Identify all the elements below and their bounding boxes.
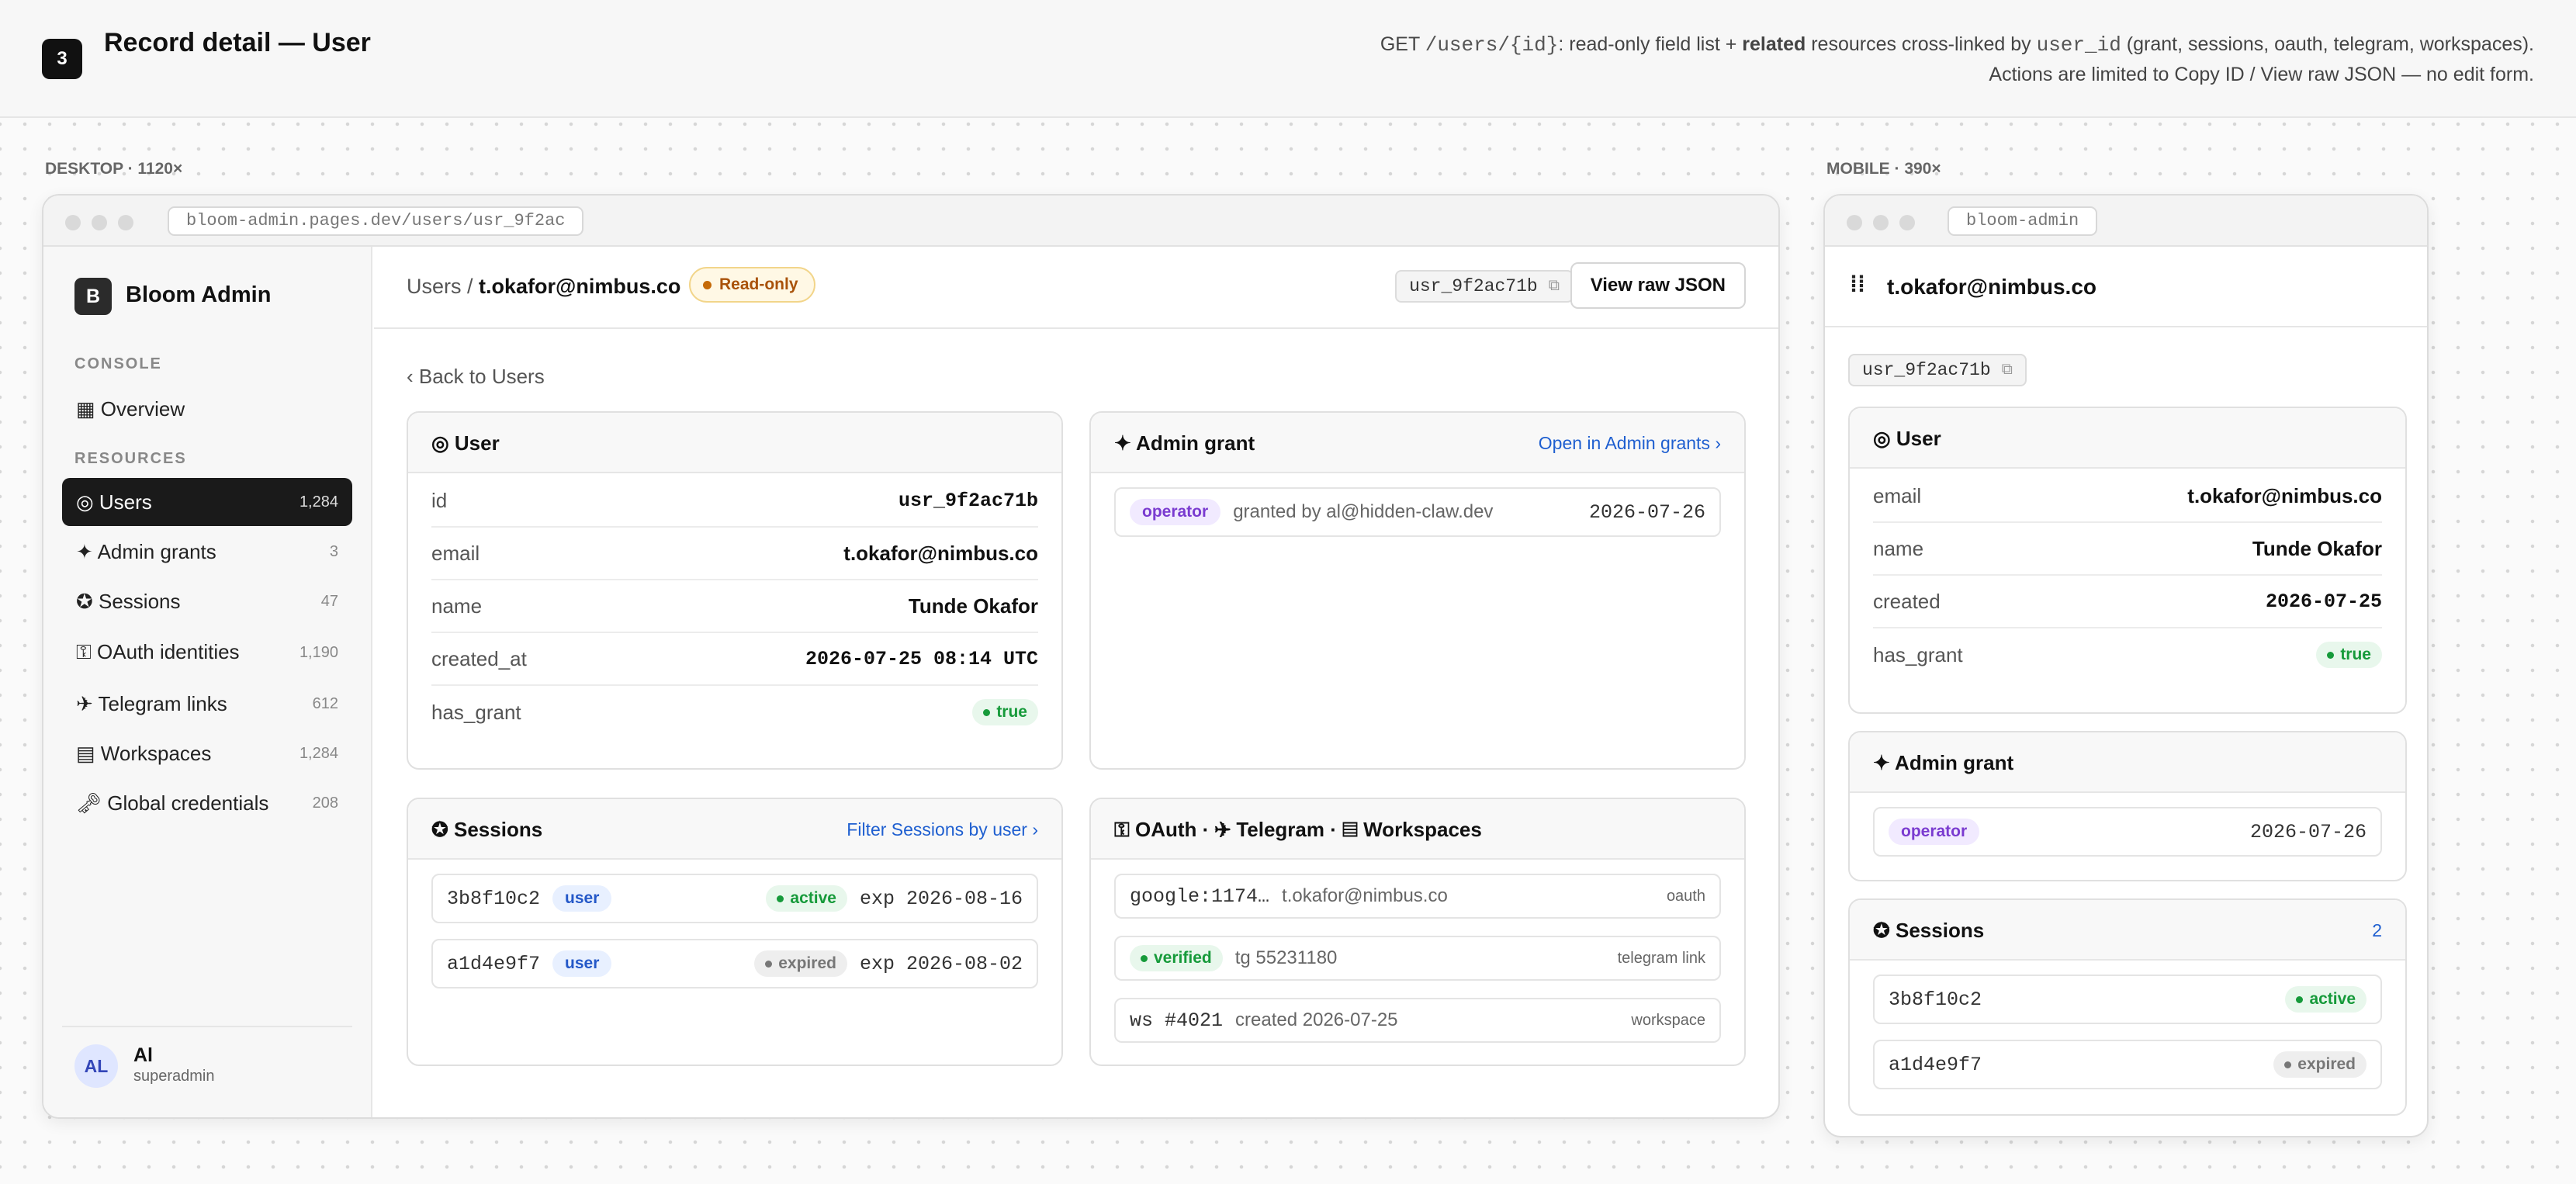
sidebar-item-telegram-links[interactable]: ✈ Telegram links 612 [62,680,352,728]
sessions-card: ✪ Sessions Filter Sessions by user › 3b8… [407,798,1063,1066]
user-tag: user [552,950,612,977]
mobile-header: ⁞⁞ t.okafor@nimbus.co [1825,247,2427,327]
window-dot-max[interactable] [1899,215,1915,230]
breadcrumb: Users / t.okafor@nimbus.co [407,275,680,299]
back-to-users-link[interactable]: ‹ Back to Users [407,365,545,389]
related-resources-card: ⚿ OAuth · ✈ Telegram · ▤ Workspaces goog… [1089,798,1746,1066]
open-admin-grants-link[interactable]: Open in Admin grants › [1539,433,1721,454]
related-title: ⚿ OAuth · ✈ Telegram · ▤ Workspaces [1114,818,1482,841]
field-row: created_at 2026-07-25 08:14 UTC [431,633,1038,686]
status-dot-icon [703,280,712,289]
role-badge: operator [1130,499,1221,525]
copy-icon: ⧉ [2001,362,2013,379]
admin-grant-card: ✦ Admin grant Open in Admin grants › ope… [1089,411,1746,770]
admin-grant-title: ✦ Admin grant [1873,751,2014,774]
copy-id-chip[interactable]: usr_9f2ac71b ⧉ [1395,270,1574,303]
mobile-window: bloom-admin ⁞⁞ t.okafor@nimbus.co usr_9f… [1823,194,2429,1137]
status-badge: true [972,699,1038,725]
main-header: Users / t.okafor@nimbus.co Read-only usr… [374,247,1778,329]
copy-id-chip[interactable]: usr_9f2ac71b ⧉ [1848,354,2027,386]
user-role: superadmin [133,1068,215,1085]
sidebar: B Bloom Admin CONSOLE ▦ Overview RESOURC… [43,247,372,1117]
status-badge: verified [1130,945,1223,971]
admin-grant-title: ✦ Admin grant [1114,431,1255,455]
page-title: Record detail — User [104,28,371,57]
user-card-title: ◎ User [431,431,500,455]
view-raw-json-button[interactable]: View raw JSON [1570,262,1746,309]
step-number: 3 [42,39,82,79]
breadcrumb-current: t.okafor@nimbus.co [479,275,681,298]
workspace-row[interactable]: ws #4021 created 2026-07-25 workspace [1114,998,1721,1043]
status-badge: active [766,885,847,912]
page-description: GET /users/{id}: read-only field list + … [1380,33,2534,85]
field-row: name Tunde Okafor [431,580,1038,633]
role-badge: operator [1889,819,1980,845]
sidebar-item-oauth-identities[interactable]: ⚿ OAuth identities 1,190 [62,628,352,677]
status-badge: expired [754,950,847,977]
field-row: name Tunde Okafor [1873,523,2382,576]
status-badge: true [2316,642,2382,668]
session-row[interactable]: 3b8f10c2 user active exp 2026-08-16 [431,874,1038,923]
user-card: ◎ User id usr_9f2ac71b email t.okafor@nimb… [407,411,1063,770]
admin-grant-card: ✦ Admin grant operator 2026-07-26 [1848,731,2407,881]
status-badge: expired [2273,1051,2367,1078]
read-only-badge: Read-only [689,267,815,303]
desktop-window: bloom-admin.pages.dev/users/usr_9f2ac B … [42,194,1780,1119]
grant-row[interactable]: operator granted by al@hidden-claw.dev 2… [1114,487,1721,537]
mobile-title: t.okafor@nimbus.co [1887,275,2096,299]
url-bar[interactable]: bloom-admin.pages.dev/users/usr_9f2ac [168,206,584,236]
mobile-label: MOBILE · 390× [1826,160,1941,178]
sessions-title: ✪ Sessions [1873,919,1985,942]
user-card-title: ◎ User [1873,427,1941,450]
brand-name: Bloom Admin [126,282,272,307]
nav-heading-resources: RESOURCES [74,450,187,467]
menu-icon[interactable]: ⁞⁞ [1850,272,1865,298]
sessions-title: ✪ Sessions [431,818,543,841]
session-row[interactable]: a1d4e9f7 expired [1873,1040,2382,1089]
sidebar-item-global-credentials[interactable]: 🗝 Global credentials 208 [62,779,352,827]
sessions-count[interactable]: 2 [2372,920,2382,941]
breadcrumb-users[interactable]: Users / [407,275,479,298]
sidebar-item-overview[interactable]: ▦ Overview [62,385,352,433]
nav-heading-console: CONSOLE [74,355,162,372]
window-dot-close[interactable] [1847,215,1862,230]
brand-logo: B [74,278,112,315]
field-row: created 2026-07-25 [1873,576,2382,628]
sidebar-item-users[interactable]: ◎ Users 1,284 [62,478,352,526]
avatar: AL [74,1044,118,1088]
field-row: has_grant true [431,686,1038,739]
field-row: email t.okafor@nimbus.co [1873,470,2382,523]
user-name: Al [133,1044,153,1066]
window-dot-min[interactable] [1873,215,1889,230]
sidebar-item-admin-grants[interactable]: ✦ Admin grants 3 [62,528,352,576]
window-dot-min[interactable] [92,215,107,230]
oauth-row[interactable]: google:1174… t.okafor@nimbus.co oauth [1114,874,1721,919]
browser-chrome: bloom-admin [1825,196,2427,247]
current-user[interactable]: AL Al superadmin [62,1026,352,1117]
session-row[interactable]: 3b8f10c2 active [1873,975,2382,1024]
user-card: ◎ User email t.okafor@nimbus.co name Tunde… [1848,407,2407,714]
page-header: 3 Record detail — User GET /users/{id}: … [0,0,2576,118]
telegram-row[interactable]: verified tg 55231180 telegram link [1114,936,1721,981]
field-row: id usr_9f2ac71b [431,475,1038,528]
sidebar-item-workspaces[interactable]: ▤ Workspaces 1,284 [62,729,352,777]
sidebar-item-sessions[interactable]: ✪ Sessions 47 [62,577,352,625]
desktop-label: DESKTOP · 1120× [45,160,183,178]
field-row: email t.okafor@nimbus.co [431,528,1038,580]
user-tag: user [552,885,612,912]
sessions-card: ✪ Sessions 2 3b8f10c2 active a1d4e9f7 ex… [1848,898,2407,1116]
status-badge: active [2285,986,2367,1013]
session-row[interactable]: a1d4e9f7 user expired exp 2026-08-02 [431,939,1038,988]
url-bar[interactable]: bloom-admin [1948,206,2098,236]
browser-chrome: bloom-admin.pages.dev/users/usr_9f2ac [43,196,1778,247]
grant-row[interactable]: operator 2026-07-26 [1873,807,2382,857]
copy-icon: ⧉ [1548,278,1560,296]
window-dot-max[interactable] [118,215,133,230]
filter-sessions-link[interactable]: Filter Sessions by user › [847,819,1038,840]
window-dot-close[interactable] [65,215,81,230]
field-row: has_grant true [1873,628,2382,681]
